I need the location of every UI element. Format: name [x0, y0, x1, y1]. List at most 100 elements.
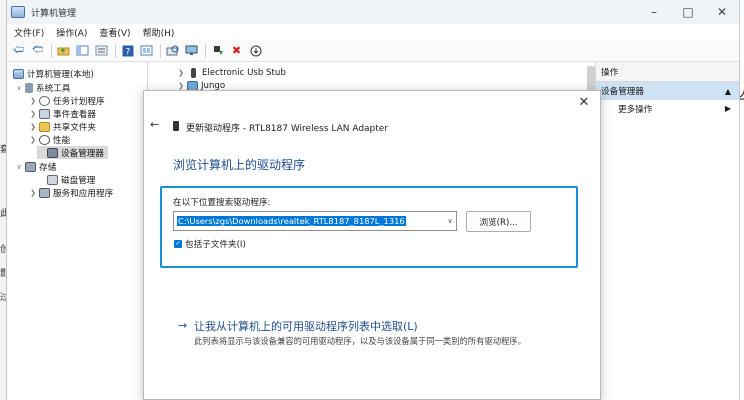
update-driver-dialog: ✕ ← 更新驱动程序 - RTL8187 Wireless LAN Adapte…	[143, 90, 601, 400]
tree-item-label: 服务和应用程序	[53, 188, 114, 199]
search-location-group: 在以下位置搜索驱动程序: C:\Users\zgs\Downloads\real…	[160, 186, 578, 268]
include-subfolders-label[interactable]: 包括子文件夹(I)	[185, 238, 246, 250]
pick-driver-description: 此列表将显示与该设备兼容的可用驱动程序，以及与该设备属于同一类别的所有驱动程序。	[194, 336, 526, 346]
tree-item-label: 磁盘管理	[61, 175, 96, 186]
chevron-right-icon[interactable]: ❯	[29, 110, 37, 118]
svg-text:?: ?	[125, 47, 130, 57]
chevron-right-icon[interactable]: ❯	[177, 69, 185, 77]
driver-path-value[interactable]: C:\Users\zgs\Downloads\realtek_RTL8187_8…	[177, 216, 406, 226]
event-viewer-icon	[39, 108, 50, 119]
tree-item-task-scheduler[interactable]: ❯ 任务计划程序	[29, 94, 105, 107]
menu-bar: 文件(F) 操作(A) 查看(V) 帮助(H)	[7, 24, 739, 40]
title-bar: 计算机管理 – □ ✕	[7, 0, 739, 24]
chevron-right-icon[interactable]: ❯	[29, 123, 37, 131]
toolbar-separator	[51, 43, 52, 58]
toolbar-separator	[205, 43, 206, 58]
tree-item-label: 事件查看器	[53, 109, 96, 120]
list-item-label: Jungo	[201, 80, 226, 91]
console-tree: 计算机管理(本地) ∨ 系统工具 ❯ 任务计划程序 ❯ 事件查看器 ❯ 共享文件…	[7, 62, 148, 400]
tree-item-label: 性能	[53, 135, 71, 146]
maximize-button[interactable]: □	[671, 0, 705, 24]
device-icon	[173, 121, 179, 131]
chevron-down-icon[interactable]: ∨	[444, 217, 456, 225]
pick-driver-link[interactable]: 让我从计算机上的可用驱动程序列表中选取(L)	[194, 318, 418, 334]
jungo-device-icon	[187, 80, 198, 91]
scan-hardware-icon[interactable]	[165, 43, 180, 58]
tools-icon	[25, 82, 33, 93]
performance-icon	[39, 134, 50, 145]
dialog-close-button[interactable]: ✕	[576, 95, 592, 111]
chevron-right-icon[interactable]: ❯	[177, 82, 185, 90]
disk-icon	[47, 174, 58, 185]
tree-item-label: 设备管理器	[61, 148, 104, 159]
back-icon[interactable]: 🢠	[11, 43, 26, 58]
tree-item-shared-folders[interactable]: ❯ 共享文件夹	[29, 120, 96, 133]
menu-file[interactable]: 文件(F)	[14, 26, 44, 39]
close-button[interactable]: ✕	[705, 0, 739, 24]
update-driver-icon[interactable]	[210, 43, 225, 58]
actions-header: 操作	[596, 62, 739, 82]
tree-item-performance[interactable]: ❯ 性能	[29, 133, 70, 146]
collapse-up-icon[interactable]: ▲	[725, 87, 731, 96]
menu-view[interactable]: 查看(V)	[99, 26, 130, 39]
submenu-arrow-icon: ▶	[724, 104, 731, 113]
up-folder-icon[interactable]	[56, 43, 71, 58]
tree-item-label: 存储	[39, 162, 57, 173]
help-icon[interactable]: ?	[120, 43, 135, 58]
screen: 套 此 创 影 过 亾 计算机管理 – □ ✕ 文件(F) 操作(A) 查看(V…	[0, 0, 744, 400]
view-icon[interactable]	[139, 43, 154, 58]
dialog-heading: 浏览计算机上的驱动程序	[173, 158, 306, 172]
menu-help[interactable]: 帮助(H)	[143, 26, 175, 39]
tree-item-disk-management[interactable]: 磁盘管理	[37, 173, 95, 186]
tree-item-label: 系统工具	[36, 83, 71, 94]
chevron-down-icon[interactable]: ∨	[15, 163, 23, 171]
list-scrollbar[interactable]	[587, 66, 595, 92]
search-location-label: 在以下位置搜索驱动程序:	[173, 198, 271, 208]
more-actions-item[interactable]: 更多操作 ▶	[596, 100, 739, 117]
tree-item-storage[interactable]: ∨ 存储	[15, 160, 56, 173]
chevron-right-icon[interactable]: ❯	[29, 97, 37, 105]
window-controls: – □ ✕	[637, 0, 739, 24]
tree-item-root[interactable]: 计算机管理(本地)	[11, 67, 94, 80]
browse-button[interactable]: 浏览(R)...	[466, 211, 531, 232]
driver-path-combobox[interactable]: C:\Users\zgs\Downloads\realtek_RTL8187_8…	[173, 211, 457, 231]
tree-item-label: 共享文件夹	[53, 122, 96, 133]
toolbar-separator	[160, 43, 161, 58]
arrow-right-icon: →	[178, 319, 188, 332]
tree-item-event-viewer[interactable]: ❯ 事件查看器	[29, 107, 96, 120]
enable-device-icon[interactable]	[248, 43, 263, 58]
show-hide-tree-icon[interactable]	[75, 43, 90, 58]
chevron-down-icon[interactable]: ∨	[15, 84, 23, 92]
list-item-label: Electronic Usb Stub	[202, 67, 286, 78]
include-subfolders-checkbox[interactable]: ✓	[174, 240, 182, 248]
toolbar: 🢠 🢢 ? ✖	[7, 40, 739, 62]
uninstall-icon[interactable]: ✖	[229, 43, 244, 58]
tree-item-label: 计算机管理(本地)	[27, 69, 94, 80]
tree-item-system-tools[interactable]: ∨ 系统工具	[15, 81, 70, 94]
storage-icon	[25, 161, 36, 172]
dialog-title: 更新驱动程序 - RTL8187 Wireless LAN Adapter	[186, 124, 389, 134]
actions-section-label: 设备管理器	[601, 87, 644, 97]
back-arrow-icon[interactable]: ←	[150, 118, 159, 131]
chevron-right-icon[interactable]: ❯	[29, 189, 37, 197]
actions-device-manager[interactable]: 设备管理器 ▲	[596, 82, 739, 100]
clock-icon	[39, 95, 50, 106]
device-manager-icon	[47, 147, 58, 158]
list-item[interactable]: ❯ Electronic Usb Stub	[177, 66, 286, 79]
usb-icon	[191, 67, 196, 78]
monitor-icon[interactable]	[184, 43, 199, 58]
chevron-right-icon[interactable]: ❯	[29, 136, 37, 144]
computer-management-icon	[11, 6, 25, 18]
forward-icon[interactable]: 🢢	[30, 43, 45, 58]
services-icon	[39, 187, 50, 198]
toolbar-separator	[115, 43, 116, 58]
menu-action[interactable]: 操作(A)	[56, 26, 87, 39]
properties-icon[interactable]	[94, 43, 109, 58]
actions-pane: 操作 设备管理器 ▲ 更多操作 ▶	[595, 62, 739, 400]
minimize-button[interactable]: –	[637, 0, 671, 24]
shared-folder-icon	[39, 121, 50, 132]
more-actions-label: 更多操作	[618, 104, 653, 115]
tree-item-device-manager[interactable]: 设备管理器	[37, 146, 108, 159]
tree-item-services[interactable]: ❯ 服务和应用程序	[29, 186, 113, 199]
computer-management-icon	[13, 68, 24, 79]
